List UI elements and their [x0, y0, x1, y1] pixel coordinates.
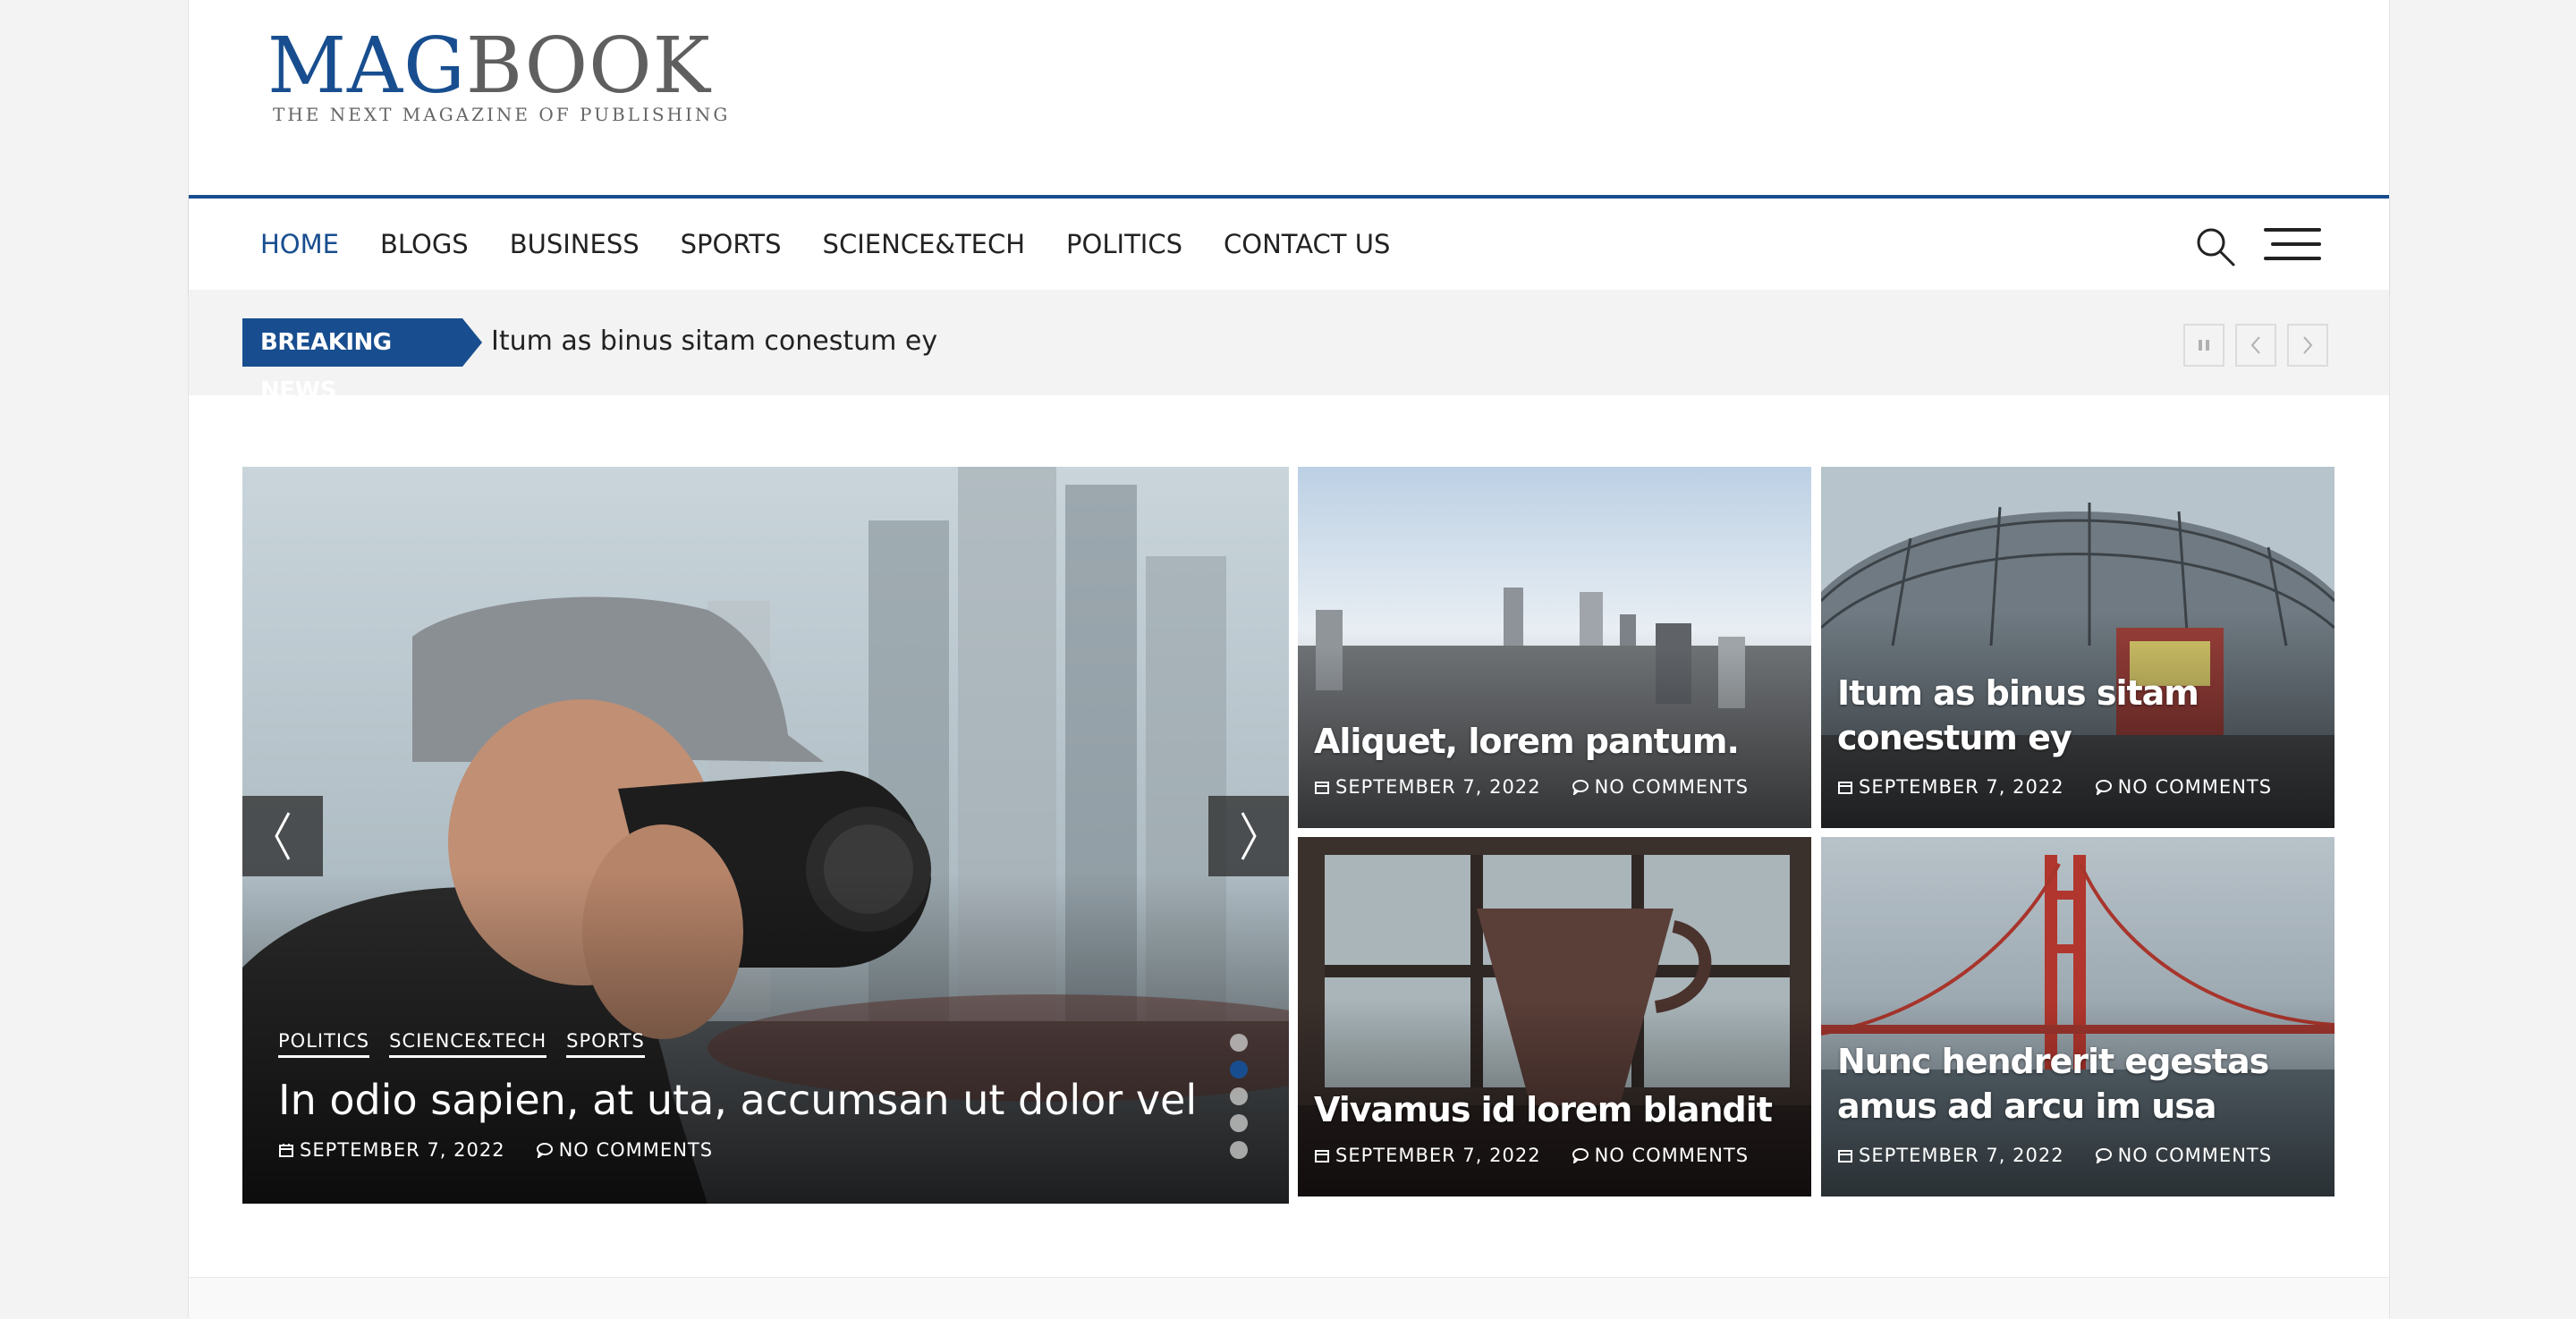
hamburger-menu-icon[interactable] [2264, 228, 2321, 262]
comment-icon [1572, 1147, 1589, 1163]
comment-icon [2095, 1147, 2113, 1163]
page-container: MAGBOOK THE NEXT MAGAZINE OF PUBLISHING … [188, 0, 2390, 1319]
calendar-icon [1314, 779, 1330, 795]
chevron-left-icon[interactable] [2235, 324, 2276, 367]
slide-comments[interactable]: NO COMMENTS [536, 1139, 713, 1161]
grid-card-3-meta: SEPTEMBER 7, 2022 NO COMMENTS [1314, 1145, 1779, 1166]
grid-card-4-comments[interactable]: NO COMMENTS [2095, 1145, 2272, 1166]
grid-card-1-comments[interactable]: NO COMMENTS [1572, 776, 1749, 798]
grid-card-4-date-text: SEPTEMBER 7, 2022 [1859, 1145, 2064, 1166]
category-science-tech[interactable]: SCIENCE&TECH [389, 1030, 547, 1058]
search-icon[interactable] [2194, 225, 2237, 268]
slider-dot-3[interactable] [1230, 1087, 1248, 1105]
grid-card-4-comments-text: NO COMMENTS [2117, 1145, 2273, 1166]
grid-card-2-comments-text: NO COMMENTS [2117, 776, 2273, 798]
grid-card-2-date[interactable]: SEPTEMBER 7, 2022 [1837, 776, 2064, 798]
grid-card-3-title[interactable]: Vivamus id lorem blandit [1314, 1087, 1773, 1132]
grid-card-2-date-text: SEPTEMBER 7, 2022 [1859, 776, 2064, 798]
slider-dot-4[interactable] [1230, 1114, 1248, 1132]
chevron-right-icon[interactable] [2287, 324, 2328, 367]
nav-item-politics[interactable]: POLITICS [1066, 229, 1182, 259]
grid-card-3-date-text: SEPTEMBER 7, 2022 [1335, 1145, 1541, 1166]
comment-icon [1572, 779, 1589, 795]
category-sports[interactable]: SPORTS [566, 1030, 645, 1058]
slide-date-text: SEPTEMBER 7, 2022 [300, 1139, 505, 1161]
slider-next-button[interactable] [1208, 796, 1289, 876]
slider-prev-button[interactable] [242, 796, 323, 876]
logo-mag: MAG [267, 21, 466, 111]
grid-card-4-meta: SEPTEMBER 7, 2022 NO COMMENTS [1837, 1145, 2302, 1166]
grid-card-1-title[interactable]: Aliquet, lorem pantum. [1314, 719, 1740, 764]
nav-item-science-tech[interactable]: SCIENCE&TECH [823, 229, 1026, 259]
main-navigation: HOME BLOGS BUSINESS SPORTS SCIENCE&TECH … [189, 195, 2389, 293]
slide-title[interactable]: In odio sapien, at uta, accumsan ut dolo… [278, 1075, 1197, 1125]
grid-card-2-title[interactable]: Itum as binus sitam conestum ey [1837, 671, 2320, 760]
grid-card-4-title[interactable]: Nunc hendrerit egestas amus ad arcu im u… [1837, 1039, 2320, 1129]
grid-card-4-date[interactable]: SEPTEMBER 7, 2022 [1837, 1145, 2064, 1166]
grid-card-1-image [1298, 467, 1811, 828]
grid-card-1-date-text: SEPTEMBER 7, 2022 [1335, 776, 1541, 798]
featured-slider[interactable]: POLITICS SCIENCE&TECH SPORTS In odio sap… [242, 467, 1289, 1204]
grid-card-2-meta: SEPTEMBER 7, 2022 NO COMMENTS [1837, 776, 2302, 798]
logo-tagline: THE NEXT MAGAZINE OF PUBLISHING [273, 104, 731, 125]
grid-card-2-image [1821, 467, 2334, 828]
grid-card-4[interactable]: Nunc hendrerit egestas amus ad arcu im u… [1821, 837, 2334, 1196]
nav-item-home[interactable]: HOME [260, 229, 339, 259]
grid-card-3[interactable]: Vivamus id lorem blandit SEPTEMBER 7, 20… [1298, 837, 1811, 1196]
grid-card-1-meta: SEPTEMBER 7, 2022 NO COMMENTS [1314, 776, 1779, 798]
slider-dot-2[interactable] [1230, 1061, 1248, 1078]
breaking-news-label: BREAKING NEWS [242, 318, 482, 404]
calendar-icon [278, 1142, 294, 1158]
nav-menu: HOME BLOGS BUSINESS SPORTS SCIENCE&TECH … [260, 199, 1431, 290]
slider-pagination [1230, 1034, 1248, 1168]
calendar-icon [1837, 779, 1853, 795]
slide-date[interactable]: SEPTEMBER 7, 2022 [278, 1139, 505, 1161]
comment-icon [536, 1142, 554, 1158]
grid-card-3-comments[interactable]: NO COMMENTS [1572, 1145, 1749, 1166]
comment-icon [2095, 779, 2113, 795]
grid-card-3-date[interactable]: SEPTEMBER 7, 2022 [1314, 1145, 1541, 1166]
grid-card-1[interactable]: Aliquet, lorem pantum. SEPTEMBER 7, 2022… [1298, 467, 1811, 828]
chevron-left-icon [275, 812, 291, 860]
grid-card-4-image [1821, 837, 2334, 1196]
logo-book: BOOK [465, 21, 711, 111]
calendar-icon [1837, 1147, 1853, 1163]
grid-card-2-comments[interactable]: NO COMMENTS [2095, 776, 2272, 798]
grid-card-1-date[interactable]: SEPTEMBER 7, 2022 [1314, 776, 1541, 798]
slide-categories: POLITICS SCIENCE&TECH SPORTS [278, 1030, 665, 1058]
pause-icon[interactable] [2183, 324, 2224, 367]
chevron-right-icon [1241, 812, 1257, 860]
site-logo[interactable]: MAGBOOK THE NEXT MAGAZINE OF PUBLISHING [267, 25, 730, 125]
category-politics[interactable]: POLITICS [278, 1030, 370, 1058]
slider-dot-5[interactable] [1230, 1141, 1248, 1159]
grid-card-3-comments-text: NO COMMENTS [1594, 1145, 1750, 1166]
breaking-news-headline[interactable]: Itum as binus sitam conestum ey [491, 326, 937, 357]
nav-item-contact-us[interactable]: CONTACT US [1224, 229, 1390, 259]
grid-card-3-image [1298, 837, 1811, 1196]
breaking-news-bar: BREAKING NEWS Itum as binus sitam conest… [189, 290, 2389, 404]
grid-card-1-comments-text: NO COMMENTS [1594, 776, 1750, 798]
nav-item-sports[interactable]: SPORTS [681, 229, 782, 259]
grid-card-2[interactable]: Itum as binus sitam conestum ey SEPTEMBE… [1821, 467, 2334, 828]
slide-meta: SEPTEMBER 7, 2022 NO COMMENTS [278, 1139, 743, 1161]
nav-item-blogs[interactable]: BLOGS [380, 229, 469, 259]
content-divider [189, 1277, 2389, 1319]
slide-comments-text: NO COMMENTS [558, 1139, 714, 1161]
calendar-icon [1314, 1147, 1330, 1163]
slider-dot-1[interactable] [1230, 1034, 1248, 1052]
nav-item-business[interactable]: BUSINESS [510, 229, 640, 259]
logo-wordmark: MAGBOOK [267, 25, 730, 107]
